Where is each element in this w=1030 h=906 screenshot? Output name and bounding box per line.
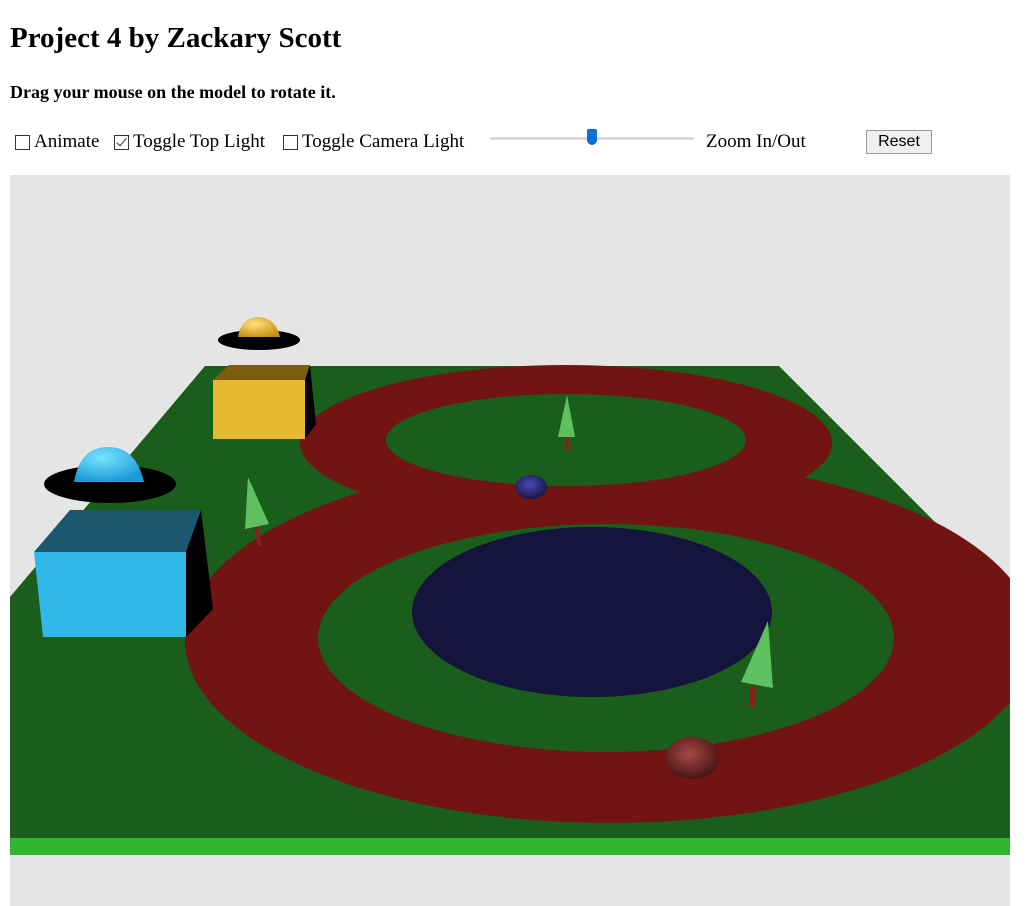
animate-checkbox[interactable] bbox=[15, 134, 30, 150]
yellow-building bbox=[213, 365, 316, 439]
scene-canvas[interactable] bbox=[10, 175, 1010, 906]
camera-light-toggle[interactable]: Toggle Camera Light bbox=[283, 128, 464, 156]
zoom-slider-thumb[interactable] bbox=[587, 129, 597, 145]
zoom-slider[interactable] bbox=[490, 129, 694, 148]
ball-icon bbox=[665, 737, 719, 779]
page-title: Project 4 by Zackary Scott bbox=[10, 22, 342, 54]
camera-light-label: Toggle Camera Light bbox=[302, 131, 465, 152]
top-light-label: Toggle Top Light bbox=[133, 131, 266, 152]
top-light-toggle[interactable]: Toggle Top Light bbox=[114, 128, 265, 156]
controls-bar: Animate Toggle Top Light Toggle Camera L… bbox=[0, 128, 1030, 158]
camera-light-checkbox[interactable] bbox=[283, 134, 298, 150]
ufo-yellow-icon bbox=[218, 317, 300, 350]
animate-toggle[interactable]: Animate bbox=[15, 128, 99, 156]
pond bbox=[412, 527, 772, 697]
scene-svg[interactable] bbox=[10, 175, 1010, 906]
instructions-text: Drag your mouse on the model to rotate i… bbox=[10, 82, 336, 102]
animate-label: Animate bbox=[34, 131, 100, 152]
ground-edge bbox=[10, 838, 1010, 855]
top-light-checkbox[interactable] bbox=[114, 134, 129, 150]
blue-building bbox=[34, 510, 213, 637]
reset-button[interactable]: Reset bbox=[866, 130, 932, 154]
zoom-label: Zoom In/Out bbox=[706, 131, 806, 152]
ball-icon bbox=[515, 475, 547, 499]
